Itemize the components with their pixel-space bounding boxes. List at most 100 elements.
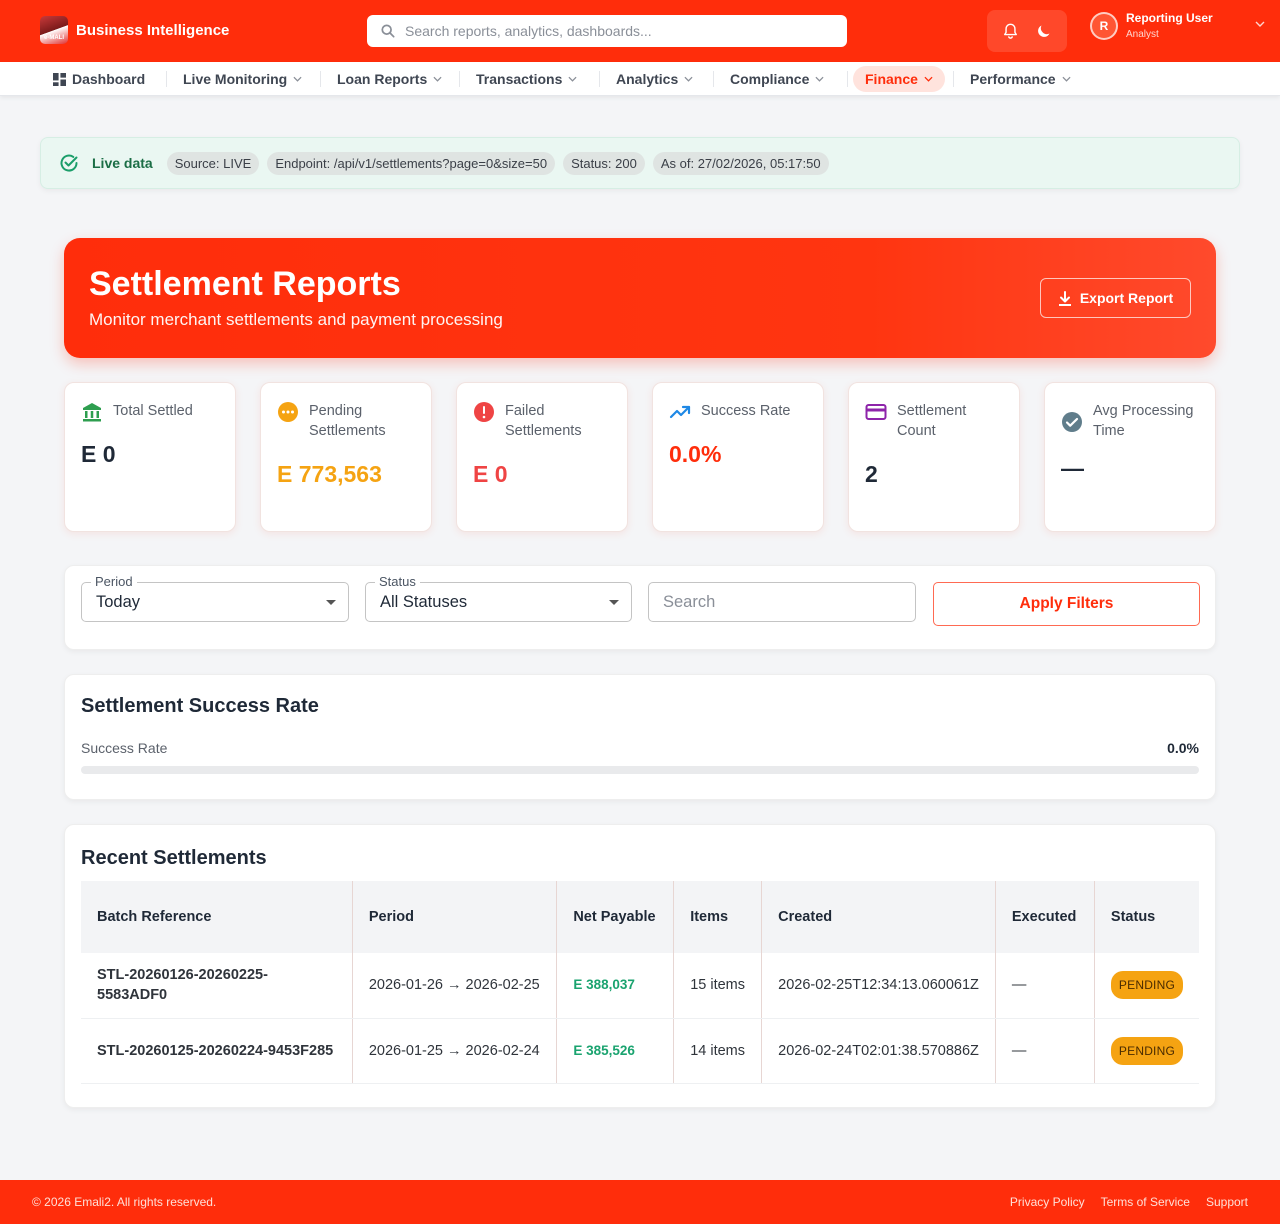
page-title: Settlement Reports xyxy=(89,265,401,303)
nav-transactions[interactable]: Transactions xyxy=(464,66,589,92)
stat-label: Success Rate xyxy=(701,403,791,419)
nav-performance[interactable]: Performance xyxy=(958,66,1083,92)
page-subtitle: Monitor merchant settlements and payment… xyxy=(89,310,503,329)
stat-pending-settlements: Pending Settlements E 773,563 xyxy=(260,382,432,532)
item-count: 14 items xyxy=(673,1018,762,1084)
export-report-label: Export Report xyxy=(1079,290,1174,306)
chevron-down-icon xyxy=(568,76,577,82)
status-select[interactable]: Status All Statuses xyxy=(365,574,632,622)
nav-finance[interactable]: Finance xyxy=(853,66,945,92)
terms-of-service-link[interactable]: Terms of Service xyxy=(1101,1195,1190,1209)
column-header[interactable]: Period xyxy=(351,881,557,953)
executed-at: — xyxy=(994,1018,1095,1084)
error-icon xyxy=(474,402,494,422)
brand-title: Business Intelligence xyxy=(76,21,230,39)
success-rate-label: Success Rate xyxy=(81,740,168,756)
nav-live-monitoring-label: Live Monitoring xyxy=(183,71,288,87)
stat-value: E 0 xyxy=(81,441,116,467)
stat-label: Pending Settlements xyxy=(309,403,386,439)
trending-up-icon xyxy=(669,405,691,419)
created-at: 2026-02-24T02:01:38.570886Z xyxy=(761,1018,996,1084)
nav-divider xyxy=(953,71,954,87)
stat-settlement-count: Settlement Count 2 xyxy=(848,382,1020,532)
status-badge: PENDING xyxy=(1110,971,1183,1000)
nav-compliance[interactable]: Compliance xyxy=(718,66,836,92)
verified-icon xyxy=(1062,412,1082,432)
filters-panel: Period Today Status All Statuses Search … xyxy=(64,565,1216,650)
search-icon xyxy=(381,24,395,38)
column-header[interactable]: Items xyxy=(673,881,762,953)
global-search[interactable] xyxy=(367,15,847,47)
user-menu[interactable]: R Reporting User Analyst xyxy=(1090,11,1265,40)
recent-settlements-card: Recent Settlements Batch Reference Perio… xyxy=(64,824,1216,1108)
pending-icon xyxy=(278,402,298,422)
nav-analytics[interactable]: Analytics xyxy=(604,66,705,92)
net-payable: E 388,037 xyxy=(556,953,674,1019)
filter-search-input[interactable]: Search xyxy=(648,582,916,622)
stat-label: Settlement Count xyxy=(897,403,967,439)
status-badge: PENDING xyxy=(1110,1036,1183,1065)
table-row[interactable]: STL-20260125-20260224-9453F285 2026-01-2… xyxy=(81,1018,1199,1084)
chevron-down-icon xyxy=(433,76,442,82)
chevron-down-icon xyxy=(924,76,933,82)
nav-dashboard[interactable]: Dashboard xyxy=(41,66,157,92)
stat-label: Avg Processing Time xyxy=(1093,403,1194,439)
avatar: R xyxy=(1090,11,1118,40)
support-link[interactable]: Support xyxy=(1206,1195,1248,1209)
chevron-down-icon xyxy=(684,76,693,82)
nav-loan-reports-label: Loan Reports xyxy=(337,71,428,87)
status-cell: PENDING xyxy=(1093,953,1199,1019)
bell-icon xyxy=(1003,23,1017,39)
credit-card-icon xyxy=(865,404,887,420)
brand-logo-text: e-MALI xyxy=(44,35,64,41)
column-header[interactable]: Batch Reference xyxy=(81,881,353,953)
nav-compliance-label: Compliance xyxy=(730,71,810,87)
stat-total-settled: Total Settled E 0 xyxy=(64,382,236,532)
nav-transactions-label: Transactions xyxy=(476,71,563,87)
table-header-row: Batch Reference Period Net Payable Items… xyxy=(81,881,1199,953)
global-search-input[interactable] xyxy=(405,23,825,39)
stat-label: Total Settled xyxy=(113,403,193,419)
notifications-button[interactable] xyxy=(995,16,1025,46)
nav-loan-reports[interactable]: Loan Reports xyxy=(325,66,454,92)
batch-reference: STL-20260126-20260225-5583ADF0 xyxy=(81,953,353,1019)
nav-live-monitoring[interactable]: Live Monitoring xyxy=(171,66,314,92)
as-of-chip: As of: 27/02/2026, 05:17:50 xyxy=(652,151,829,175)
nav-divider xyxy=(166,71,167,87)
page-header: Settlement Reports Monitor merchant sett… xyxy=(64,238,1216,358)
period-label: Period xyxy=(91,574,137,589)
bank-icon xyxy=(83,403,101,422)
column-header[interactable]: Status xyxy=(1093,881,1199,953)
brand[interactable]: e-MALI Business Intelligence xyxy=(40,16,229,44)
column-header[interactable]: Executed xyxy=(994,881,1095,953)
chevron-down-icon xyxy=(293,76,302,82)
batch-reference: STL-20260125-20260224-9453F285 xyxy=(81,1018,353,1084)
period-select[interactable]: Period Today xyxy=(81,574,349,622)
dropdown-caret-icon xyxy=(326,600,336,605)
main-nav: Dashboard Live Monitoring Loan Reports T… xyxy=(0,62,1280,96)
status-chip: Status: 200 xyxy=(563,151,645,175)
theme-toggle-button[interactable] xyxy=(1029,16,1059,46)
stat-failed-settlements: Failed Settlements E 0 xyxy=(456,382,628,532)
apply-filters-button[interactable]: Apply Filters xyxy=(933,582,1200,626)
dropdown-caret-icon xyxy=(609,600,619,605)
chevron-down-icon xyxy=(1062,76,1071,82)
stat-value: — xyxy=(1061,455,1084,481)
brand-logo: e-MALI xyxy=(40,16,68,44)
download-icon xyxy=(1058,290,1071,306)
stat-value: 0.0% xyxy=(669,441,722,467)
export-report-button[interactable]: Export Report xyxy=(1040,278,1191,318)
nav-divider xyxy=(713,71,714,87)
period-value: Today xyxy=(96,592,141,611)
nav-divider xyxy=(599,71,600,87)
status-cell: PENDING xyxy=(1093,1018,1199,1084)
stat-value: E 773,563 xyxy=(277,461,382,487)
footer: © 2026 Emali2. All rights reserved. Priv… xyxy=(0,1180,1280,1224)
live-data-banner: Live data Source: LIVE Endpoint: /api/v1… xyxy=(40,137,1240,189)
privacy-policy-link[interactable]: Privacy Policy xyxy=(1010,1195,1085,1209)
dashboard-icon xyxy=(53,72,66,86)
table-row[interactable]: STL-20260126-20260225-5583ADF0 2026-01-2… xyxy=(81,953,1199,1019)
created-at: 2026-02-25T12:34:13.060061Z xyxy=(761,953,996,1019)
column-header[interactable]: Net Payable xyxy=(556,881,674,953)
column-header[interactable]: Created xyxy=(761,881,996,953)
